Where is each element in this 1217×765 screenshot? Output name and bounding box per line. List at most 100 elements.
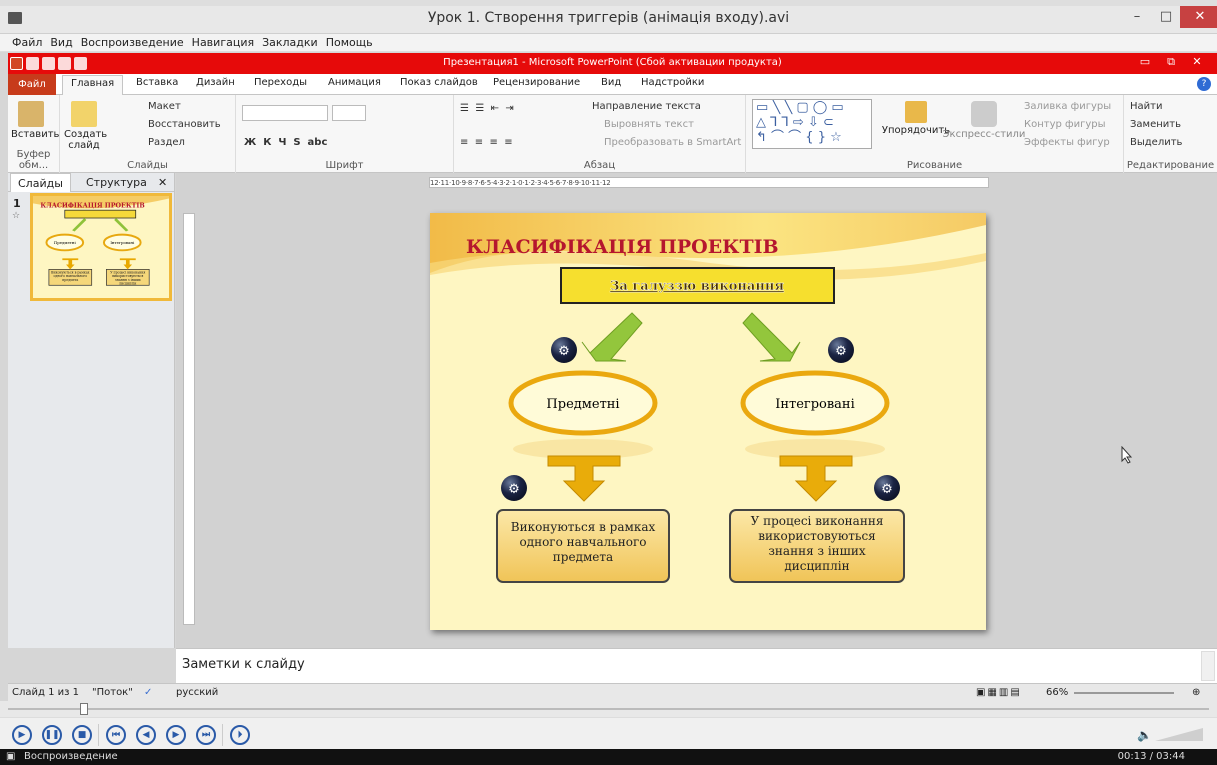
ppt-restore-button[interactable]: ⧉ bbox=[1158, 55, 1184, 69]
forward-button[interactable]: ▶ bbox=[166, 725, 186, 745]
section-button[interactable]: Раздел bbox=[148, 137, 185, 148]
slides-panel: Слайды Структура ✕ 1 ☆ КЛАСИФІКАЦІЯ ПРОЕ… bbox=[8, 173, 175, 648]
ppt-close-button[interactable]: ✕ bbox=[1184, 55, 1210, 68]
slide-graphic: КЛАСИФІКАЦІЯ ПРОЕКТІВ За галуззю виконан… bbox=[430, 213, 986, 630]
text-direction-button[interactable]: Направление текста bbox=[592, 101, 701, 112]
slide-thumbnail[interactable]: КЛАСИФІКАЦІЯ ПРОЕКТІВ Предметні Інтегров… bbox=[30, 193, 172, 301]
zoom-slider[interactable] bbox=[1074, 692, 1174, 694]
group-clipboard: Вставить Буфер обм... bbox=[8, 95, 60, 173]
ppt-title-bar: Презентация1 - Microsoft PowerPoint (Сбо… bbox=[8, 53, 1217, 74]
playback-time: 00:13 / 03:44 bbox=[1117, 751, 1185, 762]
spellcheck-icon[interactable]: ✓ bbox=[144, 687, 152, 698]
menu-view[interactable]: Вид bbox=[46, 34, 76, 51]
menu-bookmarks[interactable]: Закладки bbox=[258, 34, 322, 51]
paste-button[interactable]: Вставить bbox=[11, 101, 59, 140]
group-slides: Создать слайд Макет Восстановить Раздел … bbox=[60, 95, 236, 173]
trigger-icon[interactable]: ⚙ bbox=[874, 475, 900, 501]
status-icon: ▣ bbox=[6, 751, 16, 762]
shape-fill-button[interactable]: Заливка фигуры bbox=[1024, 101, 1111, 112]
tab-home[interactable]: Главная bbox=[62, 75, 124, 96]
next-button[interactable]: ⏭ bbox=[196, 725, 216, 745]
align-buttons[interactable]: ≡ ≡ ≡ ≡ bbox=[460, 137, 513, 148]
group-editing: Найти Заменить Выделить Редактирование bbox=[1126, 101, 1215, 171]
svg-text:⚙: ⚙ bbox=[558, 344, 570, 359]
status-language[interactable]: русский bbox=[176, 687, 218, 698]
find-button[interactable]: Найти bbox=[1130, 101, 1162, 112]
pause-button[interactable]: ❚❚ bbox=[42, 725, 62, 745]
shape-outline-button[interactable]: Контур фигуры bbox=[1024, 119, 1106, 130]
replace-button[interactable]: Заменить bbox=[1130, 119, 1181, 130]
status-theme: "Поток" bbox=[92, 687, 133, 698]
frame-step-button[interactable]: ⏵ bbox=[230, 725, 250, 745]
trigger-icon[interactable]: ⚙ bbox=[551, 337, 577, 363]
notes-scrollbar[interactable] bbox=[1201, 651, 1215, 681]
tab-file[interactable]: Файл bbox=[8, 74, 56, 95]
font-size-input[interactable] bbox=[332, 105, 366, 121]
player-title-bar: Урок 1. Створення триггерів (анімація вх… bbox=[0, 0, 1217, 34]
tab-review[interactable]: Рецензирование bbox=[493, 77, 580, 88]
notes-placeholder: Заметки к слайду bbox=[182, 657, 305, 672]
left-oval-text: Предметні bbox=[546, 397, 619, 412]
new-slide-button[interactable]: Создать слайд bbox=[64, 101, 107, 151]
rewind-button[interactable]: ◀ bbox=[136, 725, 156, 745]
trigger-icon[interactable]: ⚙ bbox=[828, 337, 854, 363]
horizontal-ruler: 12·11·10·9·8·7·6·5·4·3·2·1·0·1·2·3·4·5·6… bbox=[429, 177, 989, 188]
menu-help[interactable]: Помощь bbox=[322, 34, 377, 51]
quick-styles-button[interactable]: Экспресс-стили bbox=[942, 101, 1026, 140]
tab-view[interactable]: Вид bbox=[601, 77, 621, 88]
font-name-input[interactable] bbox=[242, 105, 328, 121]
vertical-ruler bbox=[183, 213, 195, 625]
svg-text:⚙: ⚙ bbox=[881, 482, 893, 497]
smartart-button[interactable]: Преобразовать в SmartArt bbox=[604, 137, 741, 148]
slide-canvas[interactable]: КЛАСИФІКАЦІЯ ПРОЕКТІВ За галуззю виконан… bbox=[430, 213, 986, 630]
background-strip bbox=[0, 0, 1217, 6]
right-box-text: У процесі виконання використовуються зна… bbox=[751, 514, 884, 573]
select-button[interactable]: Выделить bbox=[1130, 137, 1182, 148]
arrange-icon bbox=[905, 101, 927, 123]
tab-transitions[interactable]: Переходы bbox=[254, 77, 307, 88]
menu-file[interactable]: Файл bbox=[8, 34, 46, 51]
close-button[interactable]: ✕ bbox=[1180, 6, 1217, 28]
previous-button[interactable]: ⏮ bbox=[106, 725, 126, 745]
shape-effects-button[interactable]: Эффекты фигур bbox=[1024, 137, 1110, 148]
minimize-button[interactable]: – bbox=[1121, 6, 1153, 28]
tab-design[interactable]: Дизайн bbox=[196, 77, 235, 88]
trigger-icon[interactable]: ⚙ bbox=[501, 475, 527, 501]
menu-playback[interactable]: Воспроизведение bbox=[77, 34, 188, 51]
reset-button[interactable]: Восстановить bbox=[148, 119, 221, 130]
font-format-buttons[interactable]: Ж К Ч S abc bbox=[244, 137, 327, 148]
menu-navigation[interactable]: Навигация bbox=[188, 34, 258, 51]
maximize-button[interactable]: □ bbox=[1150, 6, 1182, 28]
seek-track[interactable] bbox=[8, 708, 1209, 710]
player-status-bar: ▣ Воспроизведение 00:13 / 03:44 bbox=[0, 749, 1217, 765]
help-icon[interactable]: ? bbox=[1197, 77, 1211, 91]
tab-insert[interactable]: Вставка bbox=[136, 77, 178, 88]
seek-thumb[interactable] bbox=[80, 703, 89, 715]
left-box-text: Виконуються в рамках одного навчального … bbox=[511, 520, 656, 564]
layout-button[interactable]: Макет bbox=[148, 101, 181, 112]
tab-addins[interactable]: Надстройки bbox=[641, 77, 704, 88]
tab-animation[interactable]: Анимация bbox=[328, 77, 381, 88]
ppt-status-bar: Слайд 1 из 1 "Поток" ✓ русский ▣▦▥▤ 66% … bbox=[8, 683, 1217, 701]
player-seek-bar[interactable] bbox=[0, 701, 1217, 717]
notes-pane[interactable]: Заметки к слайду bbox=[176, 648, 1217, 683]
group-paragraph: ☰ ☰ ⇤ ⇥ Направление текста Выровнять тек… bbox=[454, 95, 746, 173]
separator bbox=[222, 724, 223, 746]
list-buttons[interactable]: ☰ ☰ ⇤ ⇥ bbox=[460, 103, 514, 114]
tab-outline[interactable]: Структура bbox=[86, 176, 147, 189]
new-slide-icon bbox=[71, 101, 97, 127]
fit-slide-icon[interactable]: ⊕ bbox=[1192, 687, 1200, 698]
ppt-minimize-button[interactable]: ▭ bbox=[1132, 55, 1158, 68]
play-button[interactable]: ▶ bbox=[12, 725, 32, 745]
group-font: Ж К Ч S abc Шрифт bbox=[236, 95, 454, 173]
slide-thumbnail-graphic: КЛАСИФІКАЦІЯ ПРОЕКТІВ Предметні Інтегров… bbox=[33, 196, 169, 298]
view-buttons[interactable]: ▣▦▥▤ bbox=[976, 687, 1022, 698]
volume-slider[interactable]: 🔈 bbox=[1137, 726, 1207, 742]
align-text-button[interactable]: Выровнять текст bbox=[604, 119, 694, 130]
tab-slideshow[interactable]: Показ слайдов bbox=[400, 77, 478, 88]
stop-button[interactable]: ■ bbox=[72, 725, 92, 745]
zoom-level[interactable]: 66% bbox=[1046, 687, 1068, 698]
tab-slides[interactable]: Слайды bbox=[10, 173, 71, 192]
close-panel-icon[interactable]: ✕ bbox=[158, 176, 167, 189]
shapes-gallery[interactable]: ▭ ╲ ╲ ▢ ◯ ▭ △ ⅂ ⅂ ⇨ ⇩ ⊂ ↰ ⌒ ⌒ { } ☆ bbox=[752, 99, 872, 149]
